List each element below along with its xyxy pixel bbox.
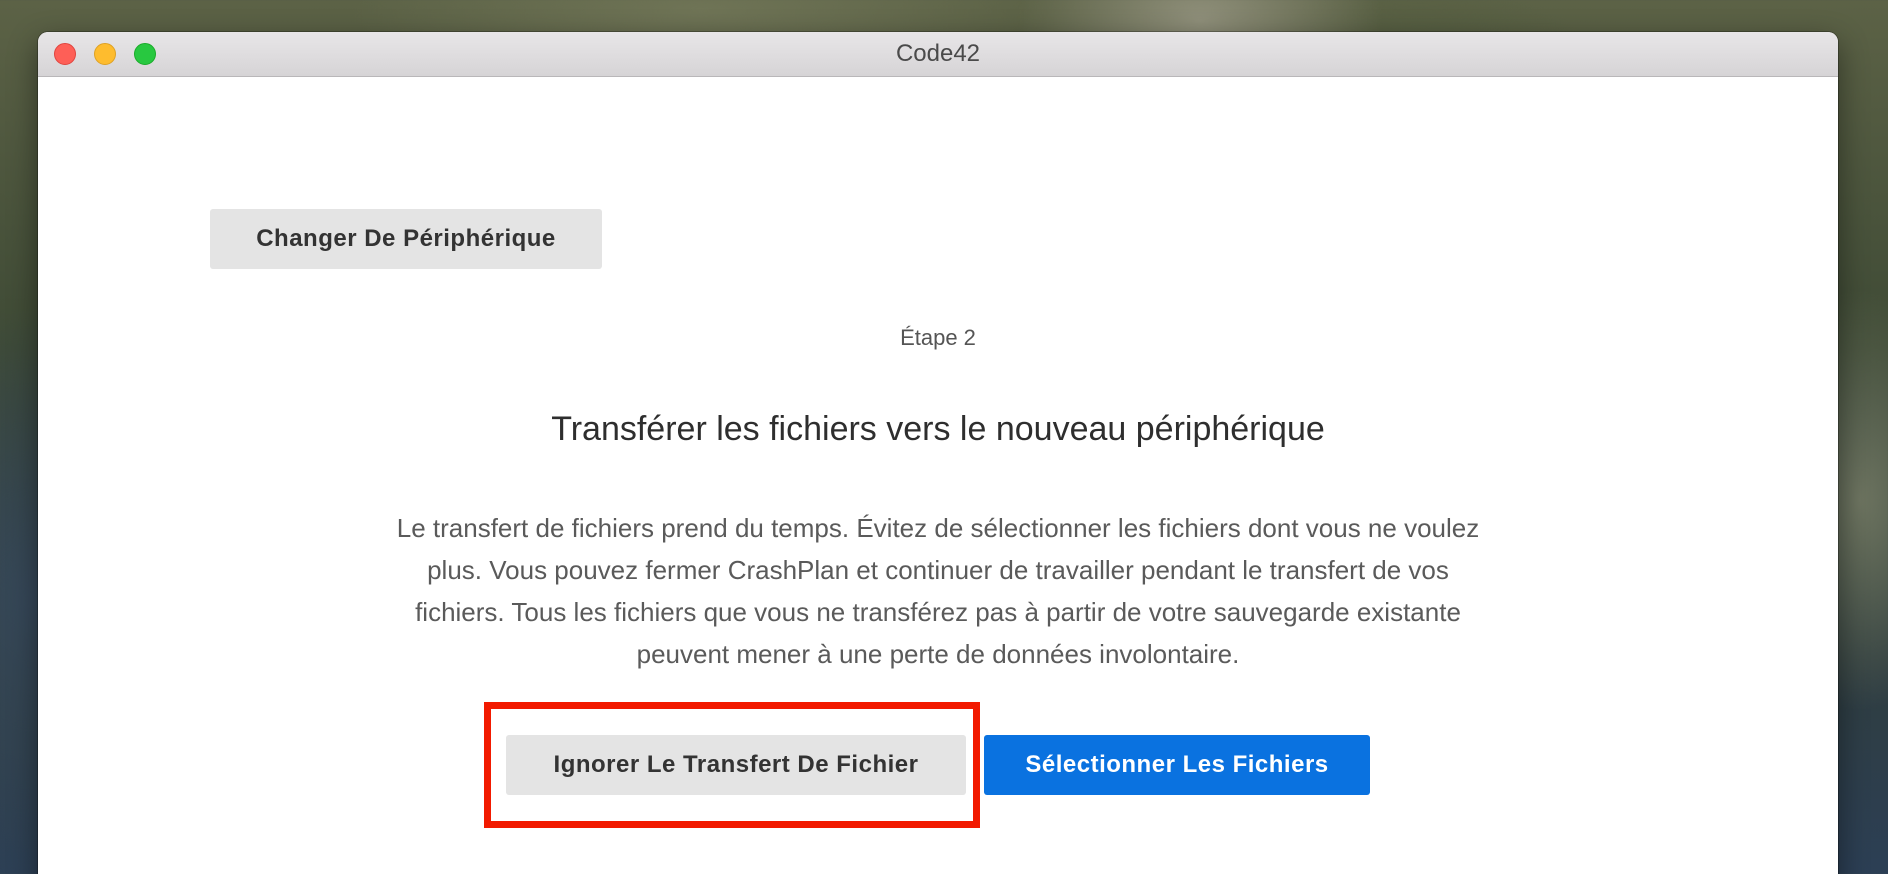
window-title: Code42 (895, 40, 981, 67)
change-device-button[interactable]: Changer De Périphérique (210, 209, 602, 269)
skip-file-transfer-button[interactable]: Ignorer Le Transfert De Fichier (506, 735, 966, 795)
main-content: Changer De Périphérique Étape 2 Transfér… (38, 77, 1838, 874)
description-text: Le transfert de fichiers prend du temps.… (396, 513, 1480, 669)
app-window: Code42 Changer De Périphérique Étape 2 T… (38, 32, 1838, 874)
step-label: Étape 2 (900, 325, 976, 350)
title-bar[interactable]: Code42 (38, 32, 1838, 77)
page-title: Transférer les fichiers vers le nouveau … (551, 410, 1325, 448)
select-files-button[interactable]: Sélectionner Les Fichiers (984, 735, 1370, 795)
